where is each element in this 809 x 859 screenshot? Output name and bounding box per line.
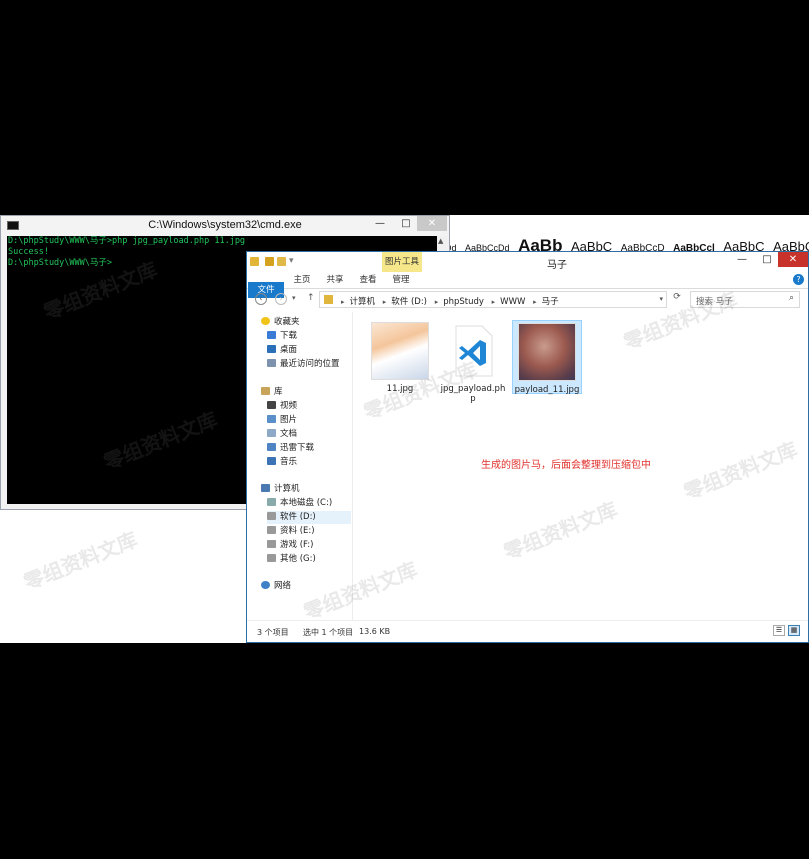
- vscode-icon: [444, 322, 502, 380]
- file-name: jpg_payload.php: [440, 384, 506, 404]
- console-line: D:\phpStudy\WWW\马子>php jpg_payload.php 1…: [8, 236, 246, 246]
- thunder-icon: [267, 443, 276, 451]
- folder-icon: [324, 295, 333, 304]
- drive-icon: [267, 526, 276, 534]
- tab-manage[interactable]: 管理: [386, 272, 416, 288]
- folder-icon[interactable]: [250, 257, 259, 266]
- close-button[interactable]: ✕: [778, 252, 808, 267]
- breadcrumb-item[interactable]: WWW: [500, 297, 525, 307]
- recent-icon: [267, 359, 276, 367]
- breadcrumb-item[interactable]: phpStudy: [443, 297, 484, 307]
- network-icon: [261, 581, 270, 589]
- large-icons-view-icon[interactable]: ▦: [788, 625, 800, 636]
- customize-qat-icon[interactable]: ▾: [289, 256, 294, 266]
- recent-locations-icon[interactable]: ▾: [292, 294, 296, 302]
- music-icon: [267, 457, 276, 465]
- breadcrumb-item[interactable]: 计算机: [350, 297, 376, 307]
- nav-item-videos[interactable]: 视频: [267, 400, 297, 413]
- computer-icon: [261, 484, 270, 492]
- item-count: 3 个项目: [257, 628, 289, 637]
- properties-icon[interactable]: [265, 257, 274, 266]
- file-name: payload_11.jpg: [514, 385, 580, 395]
- minimize-button[interactable]: —: [367, 216, 393, 231]
- drive-icon: [267, 540, 276, 548]
- window-title: 马子: [547, 260, 567, 271]
- chevron-down-icon[interactable]: ▾: [659, 295, 663, 303]
- star-icon: [261, 317, 270, 325]
- download-icon: [267, 331, 276, 339]
- picture-icon: [267, 415, 276, 423]
- annotation-note: 生成的图片马，后面会整理到压缩包中: [481, 460, 651, 471]
- search-input[interactable]: 搜索 马子 ⌕: [690, 291, 800, 308]
- video-icon: [267, 401, 276, 409]
- ribbon-tabs: 文件 主页 共享 查看 管理 ?: [247, 272, 808, 298]
- picture-tools-tab: 图片工具: [382, 252, 422, 272]
- selection-count: 选中 1 个项目: [303, 628, 354, 637]
- nav-item-downloads[interactable]: 下载: [267, 330, 297, 343]
- tab-share[interactable]: 共享: [320, 272, 350, 288]
- tab-home[interactable]: 主页: [287, 272, 317, 288]
- watermark: 零组资料文库: [20, 527, 141, 595]
- nav-network[interactable]: 网络: [261, 580, 291, 593]
- breadcrumb-item[interactable]: 软件 (D:): [391, 297, 427, 307]
- maximize-button[interactable]: □: [754, 252, 780, 267]
- breadcrumb: ▸ 计算机 ▸ 软件 (D:) ▸ phpStudy ▸ WWW ▸ 马子: [341, 297, 559, 307]
- tab-view[interactable]: 查看: [353, 272, 383, 288]
- file-item[interactable]: 11.jpg: [367, 322, 433, 394]
- file-item[interactable]: jpg_payload.php: [440, 322, 506, 404]
- new-folder-icon[interactable]: [277, 257, 286, 266]
- drive-icon: [267, 554, 276, 562]
- drive-icon: [267, 498, 276, 506]
- search-placeholder: 搜索 马子: [696, 297, 733, 307]
- status-bar: 3 个项目 选中 1 个项目 13.6 KB ☰ ▦: [247, 620, 808, 642]
- scroll-up-icon[interactable]: ▲: [438, 237, 443, 245]
- nav-item-drive-e[interactable]: 资料 (E:): [267, 525, 315, 538]
- selection-size: 13.6 KB: [359, 627, 391, 636]
- explorer-titlebar[interactable]: ▾ 图片工具 马子 — □ ✕: [247, 252, 808, 272]
- library-icon: [261, 387, 270, 395]
- breadcrumb-item[interactable]: 马子: [542, 297, 559, 307]
- refresh-button[interactable]: ⟳: [669, 292, 685, 307]
- explorer-window: ▾ 图片工具 马子 — □ ✕ 文件 主页 共享 查看 管理 ? ‹ › ▾ ↑…: [246, 251, 809, 643]
- nav-favorites[interactable]: 收藏夹: [261, 316, 300, 329]
- file-list[interactable]: 11.jpg jpg_payload.php payload_11.jpg 生成…: [353, 312, 808, 621]
- nav-item-pictures[interactable]: 图片: [267, 414, 297, 427]
- close-button[interactable]: ✕: [417, 216, 447, 231]
- nav-item-drive-d[interactable]: 软件 (D:): [267, 511, 351, 524]
- nav-item-drive-g[interactable]: 其他 (G:): [267, 553, 316, 566]
- document-icon: [267, 429, 276, 437]
- file-item-selected[interactable]: payload_11.jpg: [512, 320, 582, 395]
- address-row: ‹ › ▾ ↑ ▸ 计算机 ▸ 软件 (D:) ▸ phpStudy ▸ WWW ▸ 马子…: [247, 289, 808, 311]
- file-name: 11.jpg: [386, 384, 414, 394]
- nav-item-desktop[interactable]: 桌面: [267, 344, 297, 357]
- word-style-gallery: Dd AaBbCcDd AaBb AaBbC AaBbCcD AaBbCcl A…: [445, 215, 809, 255]
- nav-item-drive-c[interactable]: 本地磁盘 (C:): [267, 497, 332, 510]
- image-thumbnail: [518, 323, 576, 381]
- desktop-icon: [267, 345, 276, 353]
- nav-computer[interactable]: 计算机: [261, 483, 300, 496]
- address-bar[interactable]: ▸ 计算机 ▸ 软件 (D:) ▸ phpStudy ▸ WWW ▸ 马子 ▾: [319, 291, 667, 308]
- maximize-button[interactable]: □: [393, 216, 419, 231]
- drive-icon: [267, 512, 276, 520]
- cmd-titlebar[interactable]: C:\Windows\system32\cmd.exe — □ ✕: [1, 216, 449, 236]
- nav-item-drive-f[interactable]: 游戏 (F:): [267, 539, 313, 552]
- navigation-pane: 收藏夹 下载 桌面 最近访问的位置 库 视频 图片 文档 迅雷下载 音乐 计算机…: [247, 312, 353, 621]
- screenshot-area: Dd AaBbCcDd AaBb AaBbC AaBbCcD AaBbCcl A…: [0, 215, 809, 643]
- image-thumbnail: [371, 322, 429, 380]
- nav-item-documents[interactable]: 文档: [267, 428, 297, 441]
- forward-button[interactable]: ›: [275, 293, 287, 305]
- minimize-button[interactable]: —: [729, 252, 755, 267]
- search-icon: ⌕: [788, 293, 794, 303]
- nav-item-music[interactable]: 音乐: [267, 456, 297, 469]
- help-icon[interactable]: ?: [793, 274, 804, 285]
- back-button[interactable]: ‹: [255, 293, 267, 305]
- details-view-icon[interactable]: ☰: [773, 625, 785, 636]
- nav-item-recent[interactable]: 最近访问的位置: [267, 358, 340, 371]
- up-button[interactable]: ↑: [307, 293, 315, 303]
- nav-item-thunder[interactable]: 迅雷下载: [267, 442, 314, 455]
- nav-libraries[interactable]: 库: [261, 386, 283, 399]
